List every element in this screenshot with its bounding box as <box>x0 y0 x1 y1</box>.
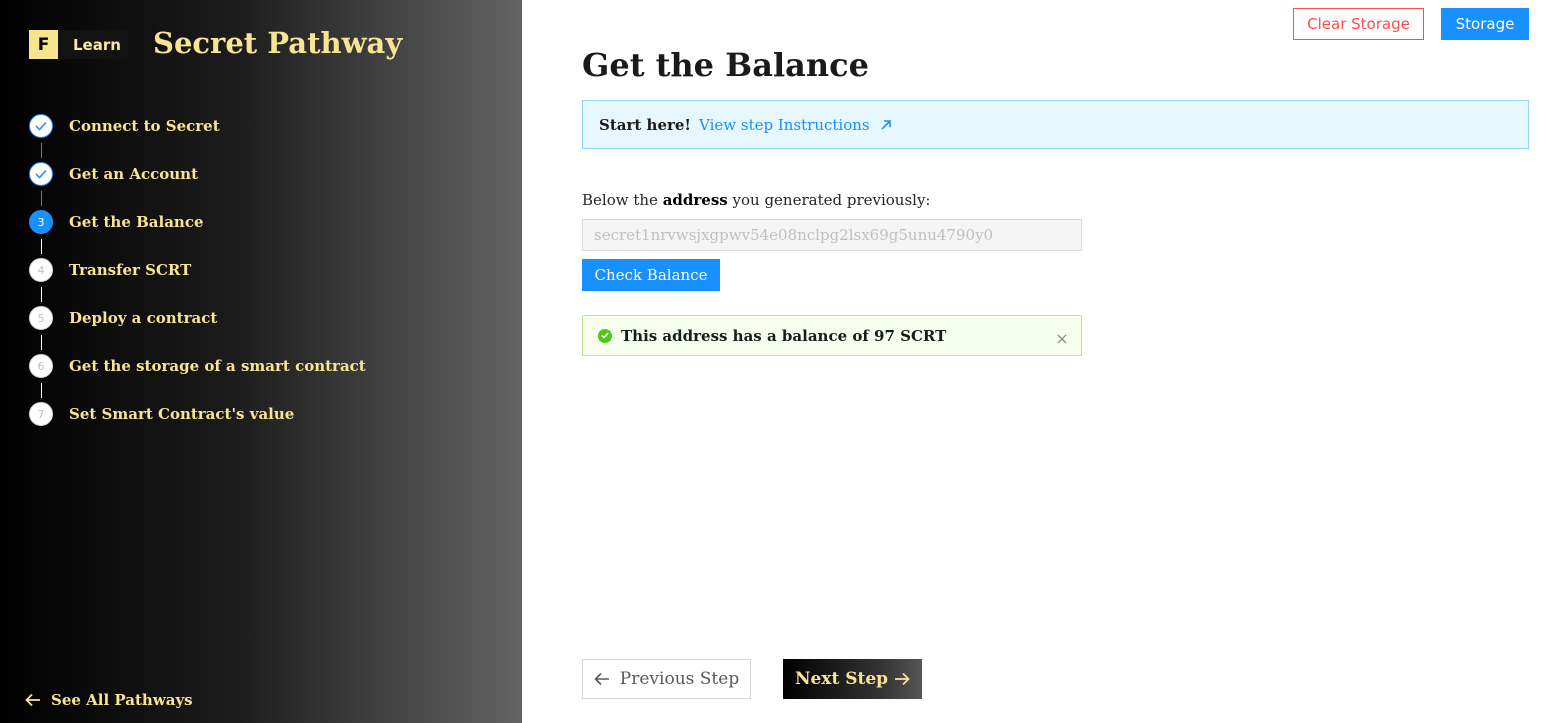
arrow-left-icon <box>594 672 609 686</box>
step-done-check-icon <box>29 162 53 186</box>
address-label-prefix: Below the <box>582 191 658 209</box>
steps-list: Connect to Secret Get an Account 3 Get t… <box>29 114 366 450</box>
step-label: Get the storage of a smart contract <box>69 357 366 375</box>
step-done-check-icon <box>29 114 53 138</box>
step-connector <box>40 287 42 302</box>
step-item-storage[interactable]: 6 Get the storage of a smart contract <box>29 354 366 402</box>
address-label-bold: address <box>662 191 728 209</box>
sidebar: F Learn Secret Pathway Connect to Secret… <box>0 0 522 723</box>
alert-message: This address has a balance of 97 SCRT <box>621 326 947 345</box>
next-step-button[interactable]: Next Step <box>783 659 922 699</box>
arrow-left-icon <box>25 693 40 707</box>
page-title: Get the Balance <box>582 46 869 84</box>
logo-letter: F <box>29 30 58 59</box>
step-item-connect[interactable]: Connect to Secret <box>29 114 366 162</box>
step-label: Connect to Secret <box>69 117 220 135</box>
pathway-title: Secret Pathway <box>153 26 403 60</box>
step-label: Transfer SCRT <box>69 261 192 279</box>
start-here-label: Start here! <box>599 115 692 134</box>
address-description: Below the address you generated previous… <box>582 191 931 209</box>
step-label: Deploy a contract <box>69 309 218 327</box>
step-item-deploy[interactable]: 5 Deploy a contract <box>29 306 366 354</box>
previous-step-label: Previous Step <box>619 669 740 689</box>
logo[interactable]: F Learn <box>29 30 129 59</box>
check-balance-button[interactable]: Check Balance <box>582 259 720 291</box>
step-connector <box>40 335 42 350</box>
address-input[interactable] <box>582 219 1082 251</box>
view-instructions-link[interactable]: View step Instructions <box>699 116 892 134</box>
step-label: Set Smart Contract's value <box>69 405 295 423</box>
external-arrow-icon <box>881 119 891 130</box>
view-instructions-label: View step Instructions <box>699 115 870 134</box>
address-label-suffix: you generated previously: <box>732 191 931 209</box>
next-step-label: Next Step <box>794 669 889 689</box>
previous-step-button[interactable]: Previous Step <box>582 659 751 699</box>
close-icon[interactable] <box>1057 329 1067 348</box>
check-circle-icon <box>598 328 612 343</box>
see-all-pathways-link[interactable]: See All Pathways <box>25 691 193 709</box>
arrow-right-icon <box>895 672 910 686</box>
step-item-set-value[interactable]: 7 Set Smart Contract's value <box>29 402 366 450</box>
step-number: 3 <box>29 210 53 234</box>
step-label: Get an Account <box>69 165 199 183</box>
step-connector <box>40 143 42 158</box>
start-here-banner: Start here! View step Instructions <box>582 100 1529 149</box>
step-number: 7 <box>29 402 53 426</box>
logo-text: Learn <box>73 35 121 54</box>
clear-storage-button[interactable]: Clear Storage <box>1293 8 1424 40</box>
step-item-transfer[interactable]: 4 Transfer SCRT <box>29 258 366 306</box>
step-connector <box>40 239 42 254</box>
storage-button[interactable]: Storage <box>1441 8 1529 40</box>
step-number: 6 <box>29 354 53 378</box>
step-label: Get the Balance <box>69 213 204 231</box>
balance-success-alert: This address has a balance of 97 SCRT <box>582 315 1082 356</box>
step-connector <box>40 191 42 206</box>
step-connector <box>40 383 42 398</box>
step-number: 4 <box>29 258 53 282</box>
see-all-label: See All Pathways <box>51 691 193 709</box>
step-item-balance[interactable]: 3 Get the Balance <box>29 210 366 258</box>
step-item-account[interactable]: Get an Account <box>29 162 366 210</box>
step-number: 5 <box>29 306 53 330</box>
brand: F Learn <box>29 30 129 59</box>
